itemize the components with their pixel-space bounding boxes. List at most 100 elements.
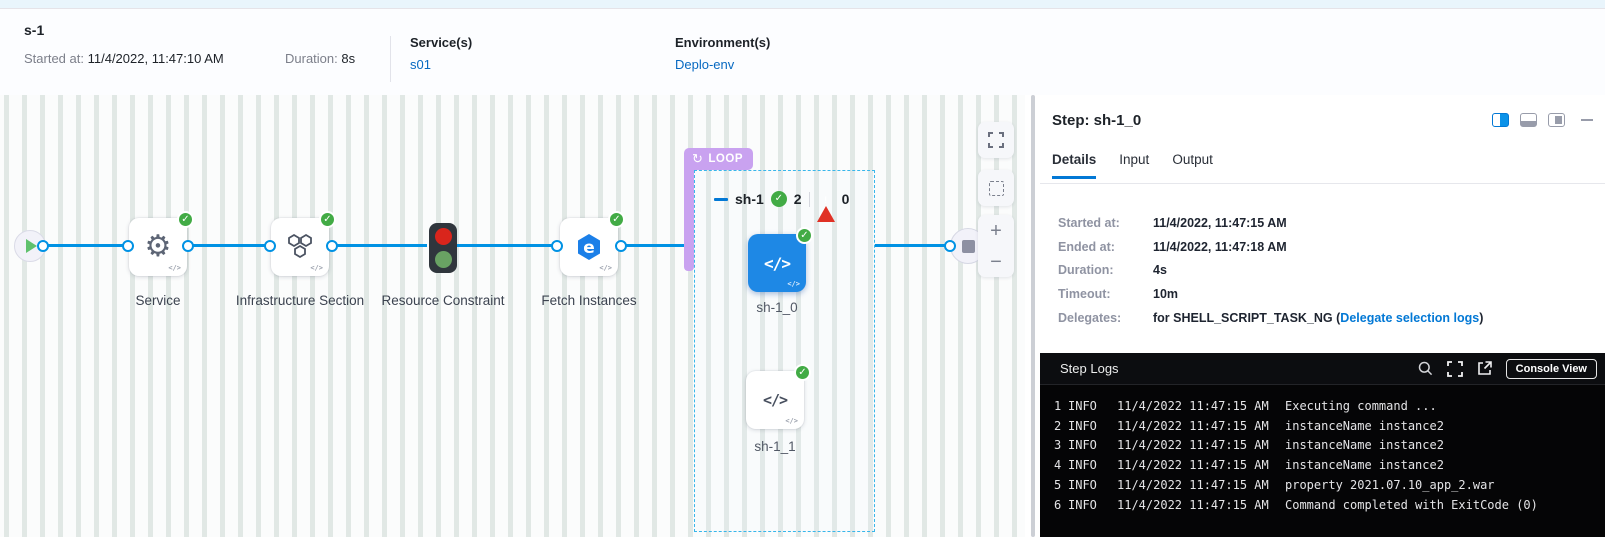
loop-group-name: sh-1 [735, 191, 764, 207]
loop-group-boundary[interactable] [694, 170, 875, 532]
node-resource-constraint[interactable] [429, 223, 457, 273]
services-label: Service(s) [410, 35, 472, 50]
loop-group-header: sh-1 ✓ 2 ! 0 [714, 191, 849, 207]
detail-value: for SHELL_SCRIPT_TASK_NG (Delegate selec… [1153, 311, 1483, 325]
log-line: 4INFO11/4/2022 11:47:15 AMinstanceName i… [1054, 456, 1605, 476]
console-view-button[interactable]: Console View [1506, 359, 1597, 379]
delegates-text: for SHELL_SCRIPT_TASK_NG ( [1153, 311, 1340, 325]
failed-count-icon: ! [817, 191, 835, 207]
traffic-red-light-icon [435, 228, 452, 245]
port[interactable] [944, 240, 956, 252]
environment-link[interactable]: Deplo-env [675, 57, 734, 72]
stop-icon [962, 240, 975, 253]
detail-label: Started at: [1058, 216, 1153, 230]
success-badge-icon: ✓ [794, 364, 811, 381]
right-view-icon[interactable] [1548, 113, 1565, 127]
log-line: 5INFO11/4/2022 11:47:15 AMproperty 2021.… [1054, 476, 1605, 496]
marquee-select-button[interactable] [978, 170, 1014, 206]
step-details-list: Started at: 11/4/2022, 11:47:15 AM Ended… [1058, 211, 1483, 329]
started-at-value: 11/4/2022, 11:47:10 AM [88, 51, 224, 66]
execution-header: s-1 Started at: 11/4/2022, 11:47:10 AM D… [0, 9, 1605, 95]
node-sh-1-0[interactable]: </> </> ✓ [748, 234, 806, 292]
hexagons-icon [285, 233, 315, 261]
pipeline-canvas[interactable]: ⚙ </> ✓ Service </> ✓ Infrastructure Sec… [0, 95, 1025, 537]
log-line: 2INFO11/4/2022 11:47:15 AMinstanceName i… [1054, 417, 1605, 437]
duration-label: Duration: [285, 51, 338, 66]
code-mark-icon: </> [168, 264, 181, 272]
zoom-out-button[interactable]: − [990, 252, 1002, 272]
count-divider [809, 192, 810, 207]
log-line: 1INFO11/4/2022 11:47:15 AMExecuting comm… [1054, 397, 1605, 417]
log-line: 6INFO11/4/2022 11:47:15 AMCommand comple… [1054, 496, 1605, 516]
header-divider [390, 36, 391, 82]
port[interactable] [551, 240, 563, 252]
node-service[interactable]: ⚙ </> ✓ [129, 218, 187, 276]
bottom-view-icon[interactable] [1520, 113, 1537, 127]
environments-label: Environment(s) [675, 35, 770, 50]
zoom-in-button[interactable]: + [990, 221, 1002, 241]
node-label: Fetch Instances [514, 291, 664, 311]
shell-script-icon: </> [764, 254, 790, 273]
pipeline-execution-view: s-1 Started at: 11/4/2022, 11:47:10 AM D… [0, 0, 1605, 537]
node-label: Infrastructure Section [225, 291, 375, 311]
success-badge-icon: ✓ [177, 211, 194, 228]
duration: Duration: 8s [285, 51, 355, 66]
delegates-text: ) [1479, 311, 1483, 325]
collapse-icon[interactable] [714, 198, 728, 201]
node-fetch-instances[interactable]: e </> ✓ [560, 218, 618, 276]
started-at: Started at: 11/4/2022, 11:47:10 AM [24, 51, 224, 66]
failed-count: 0 [842, 191, 850, 207]
shell-script-icon: </> [763, 391, 787, 409]
port[interactable] [264, 240, 276, 252]
code-mark-icon: </> [599, 264, 612, 272]
detail-label: Ended at: [1058, 240, 1153, 254]
detail-label: Duration: [1058, 263, 1153, 277]
node-sh-1-1[interactable]: </> </> ✓ [746, 371, 804, 429]
tab-output[interactable]: Output [1172, 152, 1213, 179]
port[interactable] [326, 240, 338, 252]
step-detail-panel: Step: sh-1_0 Details Input Output Starte… [1040, 95, 1605, 537]
svg-text:e: e [583, 238, 595, 258]
port[interactable] [122, 240, 134, 252]
loop-badge: ↻ LOOP [684, 148, 753, 170]
detail-row-delegates: Delegates: for SHELL_SCRIPT_TASK_NG (Del… [1058, 306, 1483, 330]
minimize-panel-icon[interactable] [1581, 119, 1593, 121]
delegate-selection-logs-link[interactable]: Delegate selection logs [1340, 311, 1479, 325]
node-infrastructure[interactable]: </> ✓ [271, 218, 329, 276]
detail-label: Delegates: [1058, 311, 1153, 325]
port[interactable] [37, 240, 49, 252]
service-link[interactable]: s01 [410, 57, 431, 72]
open-in-new-icon[interactable] [1477, 361, 1492, 376]
detail-row-started: Started at: 11/4/2022, 11:47:15 AM [1058, 211, 1483, 235]
detail-value: 4s [1153, 263, 1167, 277]
edge-service-infra [186, 244, 272, 247]
panel-splitter[interactable] [1031, 95, 1035, 537]
step-logs-console: Step Logs Console View [1040, 353, 1605, 537]
detail-row-ended: Ended at: 11/4/2022, 11:47:18 AM [1058, 235, 1483, 259]
traffic-green-light-icon [435, 251, 452, 268]
success-badge-icon: ✓ [608, 211, 625, 228]
detail-row-duration: Duration: 4s [1058, 258, 1483, 282]
detail-row-timeout: Timeout: 10m [1058, 282, 1483, 306]
step-logs-header: Step Logs Console View [1040, 353, 1605, 385]
success-badge-icon: ✓ [319, 211, 336, 228]
node-label: Service [83, 291, 233, 311]
loop-badge-label: LOOP [708, 153, 743, 165]
fullscreen-icon [988, 132, 1004, 148]
expand-logs-icon[interactable] [1447, 361, 1463, 377]
port[interactable] [615, 240, 627, 252]
top-accent-strip [0, 0, 1605, 9]
split-view-icon[interactable] [1492, 113, 1509, 127]
panel-layout-switcher [1492, 113, 1593, 127]
code-mark-icon: </> [785, 417, 798, 425]
search-icon[interactable] [1418, 361, 1433, 376]
harness-cd-icon: e [574, 232, 604, 262]
code-mark-icon: </> [787, 280, 800, 288]
fit-to-screen-button[interactable] [978, 122, 1014, 158]
tab-input[interactable]: Input [1119, 152, 1149, 179]
tab-details[interactable]: Details [1052, 152, 1096, 179]
port[interactable] [182, 240, 194, 252]
log-lines[interactable]: 1INFO11/4/2022 11:47:15 AMExecuting comm… [1054, 397, 1605, 515]
zoom-controls: + − [978, 215, 1014, 277]
marquee-icon [989, 181, 1004, 196]
